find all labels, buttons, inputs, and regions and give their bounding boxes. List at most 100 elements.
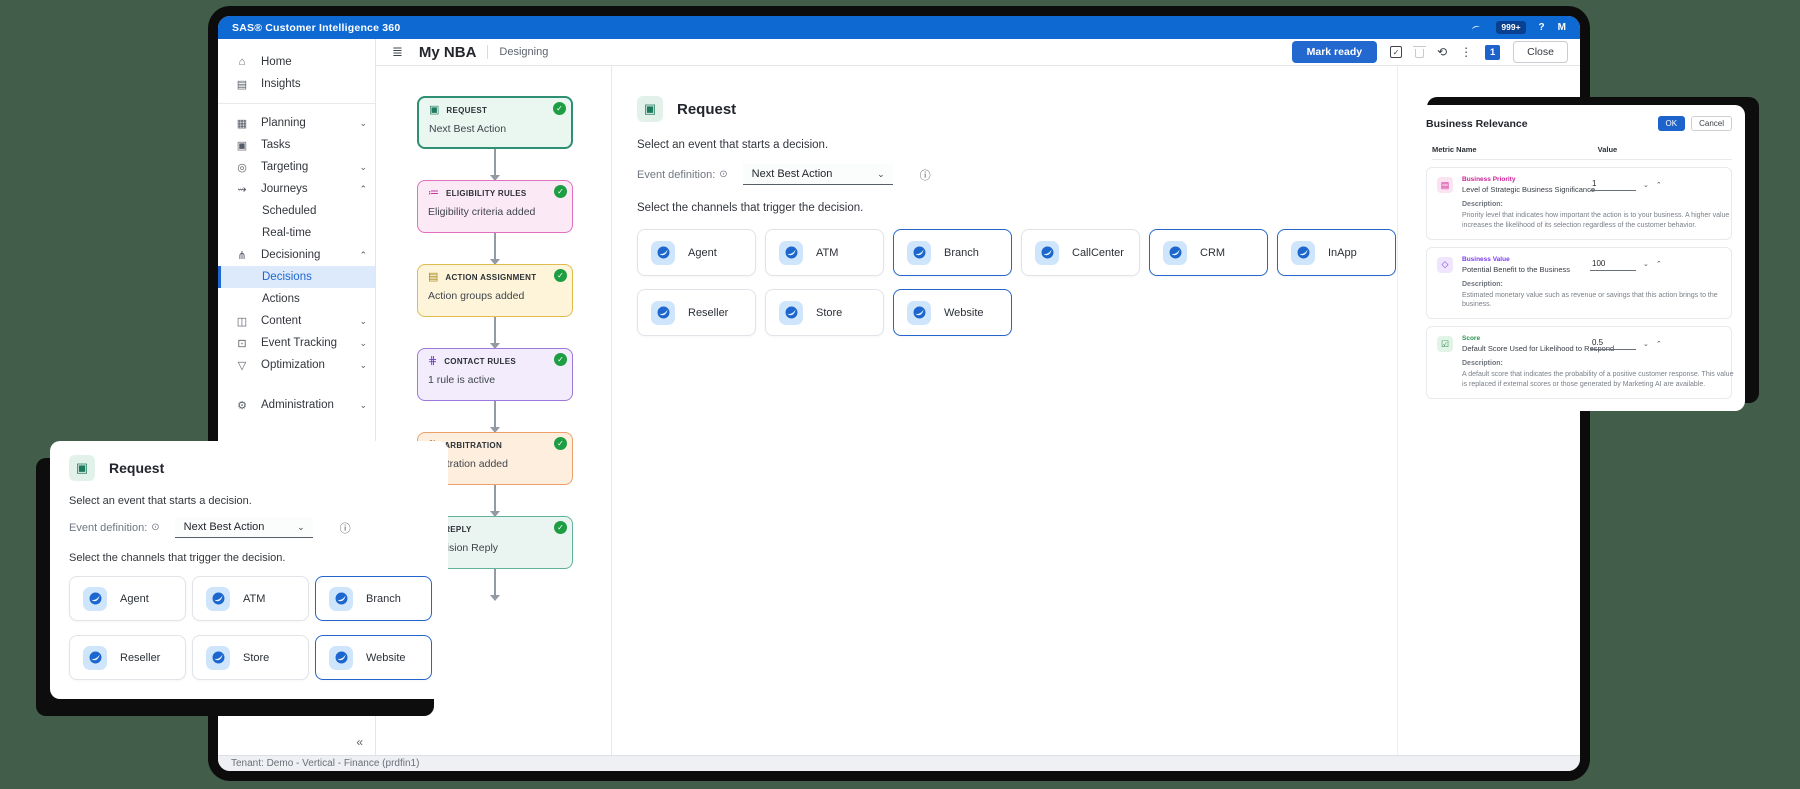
cancel-button[interactable]: Cancel: [1691, 116, 1732, 131]
request-node-icon: ▣: [69, 455, 95, 481]
version-badge[interactable]: 1: [1485, 44, 1501, 60]
sidebar-item[interactable]: Real-time: [218, 222, 375, 244]
channel-card[interactable]: CRM: [1149, 229, 1268, 276]
channel-card[interactable]: Website: [315, 635, 432, 680]
workflow-name: My NBA: [418, 43, 477, 61]
metric-value-input[interactable]: 1: [1590, 178, 1636, 191]
sidebar-item[interactable]: ⌂ Home: [218, 51, 375, 73]
outline-list-icon[interactable]: ≣: [392, 44, 403, 60]
spinner-up-icon[interactable]: ⌃: [1656, 340, 1662, 348]
help-button[interactable]: ?: [1539, 22, 1545, 33]
channel-label: Reseller: [688, 306, 729, 319]
channel-card[interactable]: Store: [192, 635, 309, 680]
flow-arrow: [490, 149, 500, 181]
kebab-menu-icon[interactable]: ⋮: [1460, 46, 1472, 58]
metric-value-input[interactable]: 0.5: [1590, 337, 1636, 351]
node-subtitle: 1 rule is active: [428, 374, 496, 386]
sidebar-item[interactable]: ▣ Tasks: [218, 134, 375, 156]
event-definition-select[interactable]: Next Best Action ⌄: [174, 517, 313, 538]
spinner-up-icon[interactable]: ⌃: [1656, 260, 1662, 268]
channel-icon: [329, 645, 353, 670]
chevron-down-icon: ⌄: [877, 168, 885, 179]
channel-card[interactable]: ATM: [765, 229, 884, 276]
sidebar-item[interactable]: [218, 103, 375, 104]
metric-row: ◇ Business Value Potential Benefit to th…: [1426, 246, 1732, 320]
sidebar-item-icon: ⚙: [237, 399, 247, 412]
notifications-badge[interactable]: 999+: [1496, 21, 1526, 34]
mark-ready-button[interactable]: Mark ready: [1291, 41, 1378, 63]
spinner-down-icon[interactable]: ⌄: [1643, 340, 1649, 348]
spinner-down-icon[interactable]: ⌄: [1643, 181, 1649, 189]
sidebar-item[interactable]: ⊡ Event Tracking ⌄: [218, 332, 375, 354]
metric-name: Business Value: [1462, 255, 1510, 263]
node-complete-check-icon: ✓: [554, 437, 567, 450]
channel-card[interactable]: ATM: [192, 576, 309, 621]
channel-card[interactable]: Store: [765, 289, 884, 336]
toolbar-divider: [487, 45, 489, 59]
workflow-status: Designing: [499, 46, 549, 58]
sidebar-item[interactable]: ⋔ Decisioning ⌃: [218, 244, 375, 266]
sidebar-item[interactable]: ▦ Planning ⌄: [218, 112, 375, 134]
metric-value-input[interactable]: 100: [1590, 258, 1636, 271]
globe-icon[interactable]: [1470, 21, 1483, 34]
channel-label: Store: [816, 306, 843, 319]
sidebar-item-icon: ⌂: [238, 56, 246, 68]
panel-title: Request: [677, 100, 737, 118]
workflow-node-card[interactable]: ▤ ACTION ASSIGNMENT Action groups added …: [417, 264, 573, 317]
node-complete-check-icon: ✓: [554, 269, 567, 282]
chevron-icon: ⌃: [359, 183, 367, 194]
channel-icon: [1163, 240, 1187, 265]
channel-card[interactable]: Branch: [893, 229, 1012, 276]
node-title: CONTACT RULES: [444, 357, 516, 366]
channel-card[interactable]: Agent: [637, 229, 756, 276]
sidebar-item-icon: ⇝: [237, 183, 247, 196]
delete-icon[interactable]: [1413, 46, 1427, 58]
node-icon: ▣: [429, 104, 440, 116]
channel-label: ATM: [243, 592, 266, 605]
node-complete-check-icon: ✓: [553, 102, 566, 115]
workflow-node-card[interactable]: ▣ REQUEST Next Best Action ✓: [417, 96, 573, 149]
sidebar-item[interactable]: ◫ Content ⌄: [218, 310, 375, 332]
workflow-node: ⋕ CONTACT RULES 1 rule is active ✓: [417, 348, 573, 433]
sidebar-item[interactable]: Scheduled: [218, 200, 375, 222]
node-complete-check-icon: ✓: [554, 521, 567, 534]
flow-arrow: [490, 317, 500, 349]
workflow-node-card[interactable]: ≔ ELIGIBILITY RULES Eligibility criteria…: [417, 180, 573, 233]
channel-card[interactable]: Reseller: [69, 635, 186, 680]
validate-icon[interactable]: ✓: [1390, 46, 1403, 58]
channel-icon: [779, 300, 803, 325]
channel-label: CallCenter: [1072, 246, 1124, 259]
avatar[interactable]: M: [1558, 22, 1566, 33]
info-icon[interactable]: ⓘ: [920, 167, 931, 183]
channel-card[interactable]: Website: [893, 289, 1012, 336]
sidebar-item[interactable]: ⚙ Administration ⌄: [218, 394, 375, 416]
refresh-icon[interactable]: ⟲: [1437, 46, 1447, 58]
ok-button[interactable]: OK: [1657, 116, 1686, 131]
close-button[interactable]: Close: [1513, 41, 1568, 63]
sidebar-item[interactable]: ◎ Targeting ⌄: [218, 156, 375, 178]
sidebar-item[interactable]: Decisions: [218, 266, 375, 288]
chevron-icon: ⌄: [359, 337, 367, 348]
event-definition-select[interactable]: Next Best Action ⌄: [742, 164, 893, 185]
node-icon: ≔: [428, 187, 439, 199]
spinner-up-icon[interactable]: ⌃: [1656, 181, 1662, 189]
sidebar-item[interactable]: Actions: [218, 288, 375, 310]
metric-icon: ◇: [1437, 256, 1453, 273]
channel-card[interactable]: Reseller: [637, 289, 756, 336]
description-label: Description:: [1462, 201, 1503, 208]
sidebar-item[interactable]: ▽ Optimization ⌄: [218, 354, 375, 376]
workflow-node-card[interactable]: ⋕ CONTACT RULES 1 rule is active ✓: [417, 348, 573, 401]
node-title: ELIGIBILITY RULES: [446, 189, 527, 198]
info-icon[interactable]: ⓘ: [340, 520, 351, 536]
channel-card[interactable]: CallCenter: [1021, 229, 1140, 276]
spinner-down-icon[interactable]: ⌄: [1643, 260, 1649, 268]
business-relevance-popup: Business Relevance OK Cancel Metric Name…: [1413, 105, 1745, 411]
sidebar-item-label: Targeting: [261, 161, 309, 173]
sidebar-item[interactable]: ⇝ Journeys ⌃: [218, 178, 375, 200]
sidebar-item[interactable]: ▤ Insights: [218, 73, 375, 95]
channel-label: Agent: [120, 592, 149, 605]
channel-card[interactable]: InApp: [1277, 229, 1396, 276]
channel-card[interactable]: Branch: [315, 576, 432, 621]
channel-card[interactable]: Agent: [69, 576, 186, 621]
sidebar-collapse-button[interactable]: «: [356, 735, 363, 749]
